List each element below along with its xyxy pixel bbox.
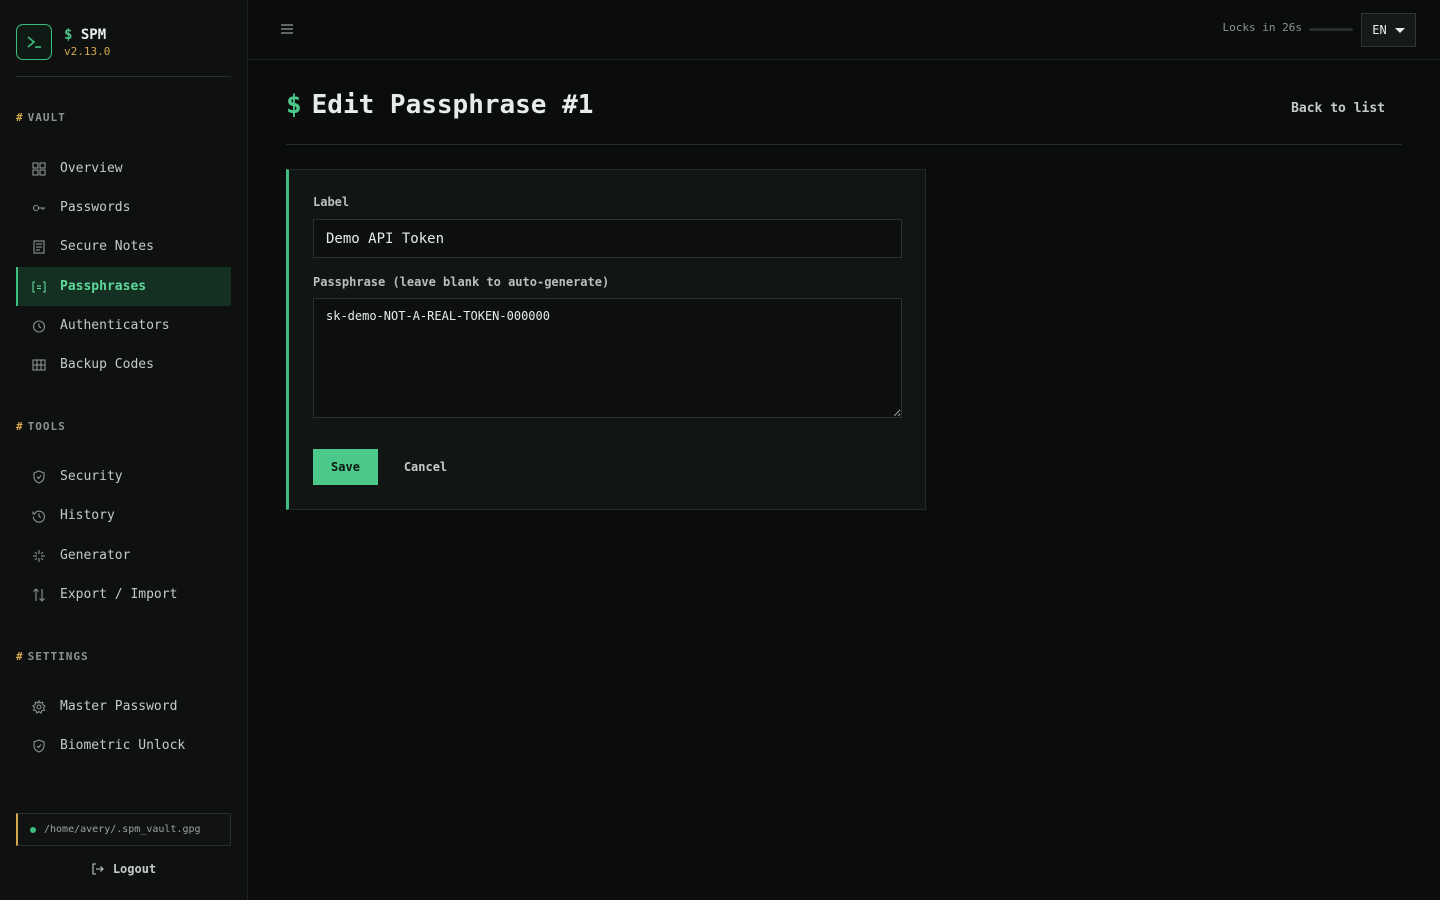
status-dot <box>30 826 36 833</box>
sidebar-item-label: Authenticators <box>60 318 170 333</box>
sidebar-item-label: Biometric Unlock <box>60 738 186 753</box>
clock-icon <box>32 319 46 333</box>
history-icon <box>32 509 46 523</box>
label-input[interactable] <box>313 219 902 258</box>
lock-timer-bar <box>1309 28 1353 31</box>
sidebar-item-secure-notes[interactable]: Secure Notes <box>16 227 231 266</box>
key-icon <box>32 201 46 215</box>
topbar: Locks in 26s EN <box>248 0 1440 60</box>
sidebar-item-generator[interactable]: Generator <box>16 536 231 575</box>
section-title-settings: # SETTINGS <box>16 650 89 663</box>
language-value: EN <box>1372 23 1387 37</box>
divider <box>16 76 231 77</box>
sparkle-icon <box>32 549 46 563</box>
sidebar-item-label: Passphrases <box>60 279 147 294</box>
lock-timer-text: Locks in 26s <box>1222 21 1302 34</box>
passphrase-textarea[interactable]: sk-demo-NOT-A-REAL-TOKEN-000000 <box>313 298 902 418</box>
edit-passphrase-form: Label Passphrase (leave blank to auto-ge… <box>286 169 926 510</box>
brand: $ SPM v2.13.0 <box>16 24 110 60</box>
sidebar-item-label: History <box>60 508 115 523</box>
back-to-list-link[interactable]: Back to list <box>1291 101 1385 116</box>
bracket-list-icon <box>32 280 46 294</box>
divider <box>286 144 1402 145</box>
section-title-tools: # TOOLS <box>16 420 66 433</box>
vault-path-indicator: /home/avery/.spm_vault.gpg <box>16 813 231 846</box>
sidebar-item-label: Passwords <box>60 200 131 215</box>
sidebar-item-export-import[interactable]: Export / Import <box>16 575 231 614</box>
caret-down-icon <box>1394 27 1405 33</box>
sidebar-item-authenticators[interactable]: Authenticators <box>16 306 231 345</box>
save-button[interactable]: Save <box>313 449 378 485</box>
sidebar-item-master-password[interactable]: Master Password <box>16 687 231 726</box>
cancel-button[interactable]: Cancel <box>393 449 458 485</box>
note-icon <box>32 239 46 254</box>
arrows-updown-icon <box>32 587 46 602</box>
gear-icon <box>32 699 46 714</box>
brand-version: v2.13.0 <box>64 44 111 58</box>
menu-toggle-button[interactable] <box>278 20 296 38</box>
passphrase-field-label: Passphrase (leave blank to auto-generate… <box>313 275 610 289</box>
grid-icon <box>32 161 46 176</box>
page-title: $ Edit Passphrase #1 <box>286 90 594 120</box>
sidebar-item-label: Master Password <box>60 699 178 714</box>
shield-icon <box>32 469 46 484</box>
sidebar-item-label: Secure Notes <box>60 239 154 254</box>
sidebar-item-security[interactable]: Security <box>16 457 231 496</box>
language-select[interactable]: EN <box>1361 13 1416 47</box>
logout-icon <box>91 862 105 876</box>
sidebar-item-label: Security <box>60 469 123 484</box>
terminal-logo-icon <box>16 24 52 60</box>
shield-icon <box>32 738 46 753</box>
sidebar-item-passwords[interactable]: Passwords <box>16 188 231 227</box>
sidebar: $ SPM v2.13.0 # VAULT Overview Passwords … <box>0 0 248 900</box>
section-title-vault: # VAULT <box>16 111 66 124</box>
sidebar-item-biometric-unlock[interactable]: Biometric Unlock <box>16 726 231 765</box>
vault-path: /home/avery/.spm_vault.gpg <box>44 824 201 835</box>
label-field-label: Label <box>313 195 350 209</box>
sidebar-item-label: Overview <box>60 161 123 176</box>
logout-label: Logout <box>112 862 157 876</box>
sidebar-item-overview[interactable]: Overview <box>16 149 231 188</box>
sidebar-item-label: Backup Codes <box>60 357 154 372</box>
logout-button[interactable]: Logout <box>16 856 231 882</box>
table-icon <box>32 358 46 372</box>
sidebar-item-label: Export / Import <box>60 587 178 602</box>
sidebar-item-history[interactable]: History <box>16 496 231 535</box>
sidebar-item-passphrases[interactable]: Passphrases <box>16 267 231 306</box>
sidebar-item-label: Generator <box>60 548 131 563</box>
sidebar-item-backup-codes[interactable]: Backup Codes <box>16 345 231 384</box>
hamburger-icon <box>281 24 293 34</box>
brand-name: $ SPM <box>64 26 107 43</box>
